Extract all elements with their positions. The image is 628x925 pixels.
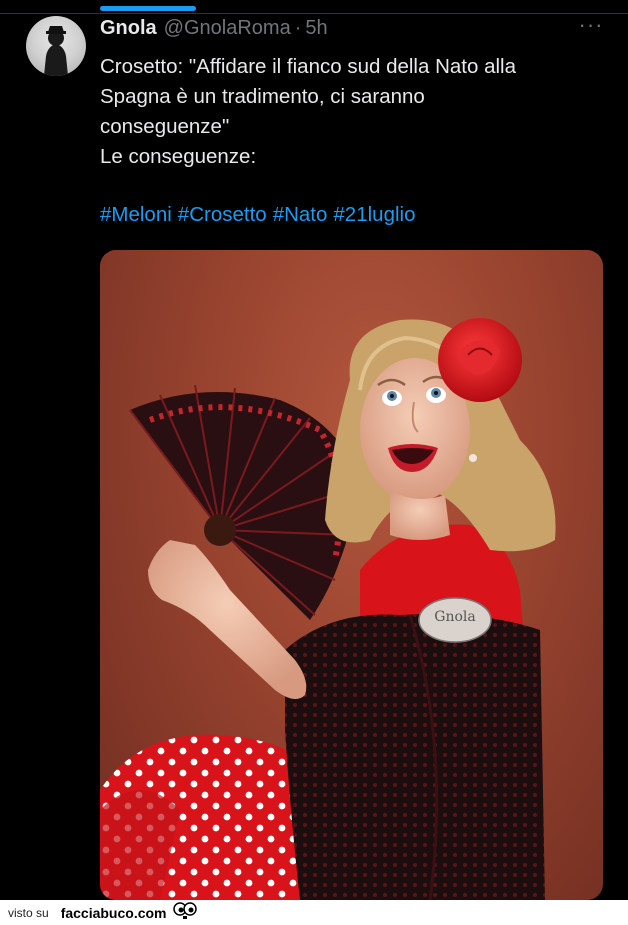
active-tab-indicator: [100, 6, 196, 11]
brand-logo[interactable]: facciabuco.com: [61, 905, 167, 921]
author-handle[interactable]: @GnolaRoma: [164, 17, 291, 40]
flamenco-illustration: [100, 318, 556, 900]
tweet-time[interactable]: 5h: [305, 17, 327, 40]
tweet-text-line: Le conseguenze:: [100, 145, 257, 168]
tweet-text-line: Spagna è un tradimento, ci saranno: [100, 85, 425, 108]
hashtag-crosetto[interactable]: #Crosetto: [178, 203, 267, 226]
avatar-image: [44, 26, 68, 76]
separator-dot: ·: [294, 17, 302, 39]
hashtag-meloni[interactable]: #Meloni: [100, 203, 172, 226]
hashtag-21luglio[interactable]: #21luglio: [333, 203, 415, 226]
tweet-text-line: Crosetto: "Affidare il fianco sud della …: [100, 55, 516, 78]
avatar[interactable]: [26, 16, 86, 76]
eyes-icon: [172, 901, 197, 924]
top-divider: [0, 13, 628, 14]
visto-su-label: visto su: [8, 905, 49, 920]
hashtag-list: #Meloni #Crosetto #Nato #21luglio: [100, 200, 421, 230]
more-icon[interactable]: ···: [576, 14, 606, 40]
site-footer: visto su facciabuco.com: [0, 900, 628, 925]
author-name[interactable]: Gnola: [100, 17, 157, 40]
tweet-image[interactable]: Gnola: [100, 250, 603, 900]
tweet-text: Crosetto: "Affidare il fianco sud della …: [100, 52, 600, 172]
tweet-header: Gnola @GnolaRoma · 5h: [100, 17, 328, 43]
image-watermark: Gnola: [434, 609, 476, 625]
hashtag-nato[interactable]: #Nato: [273, 203, 328, 226]
tweet-text-line: conseguenze": [100, 115, 230, 138]
